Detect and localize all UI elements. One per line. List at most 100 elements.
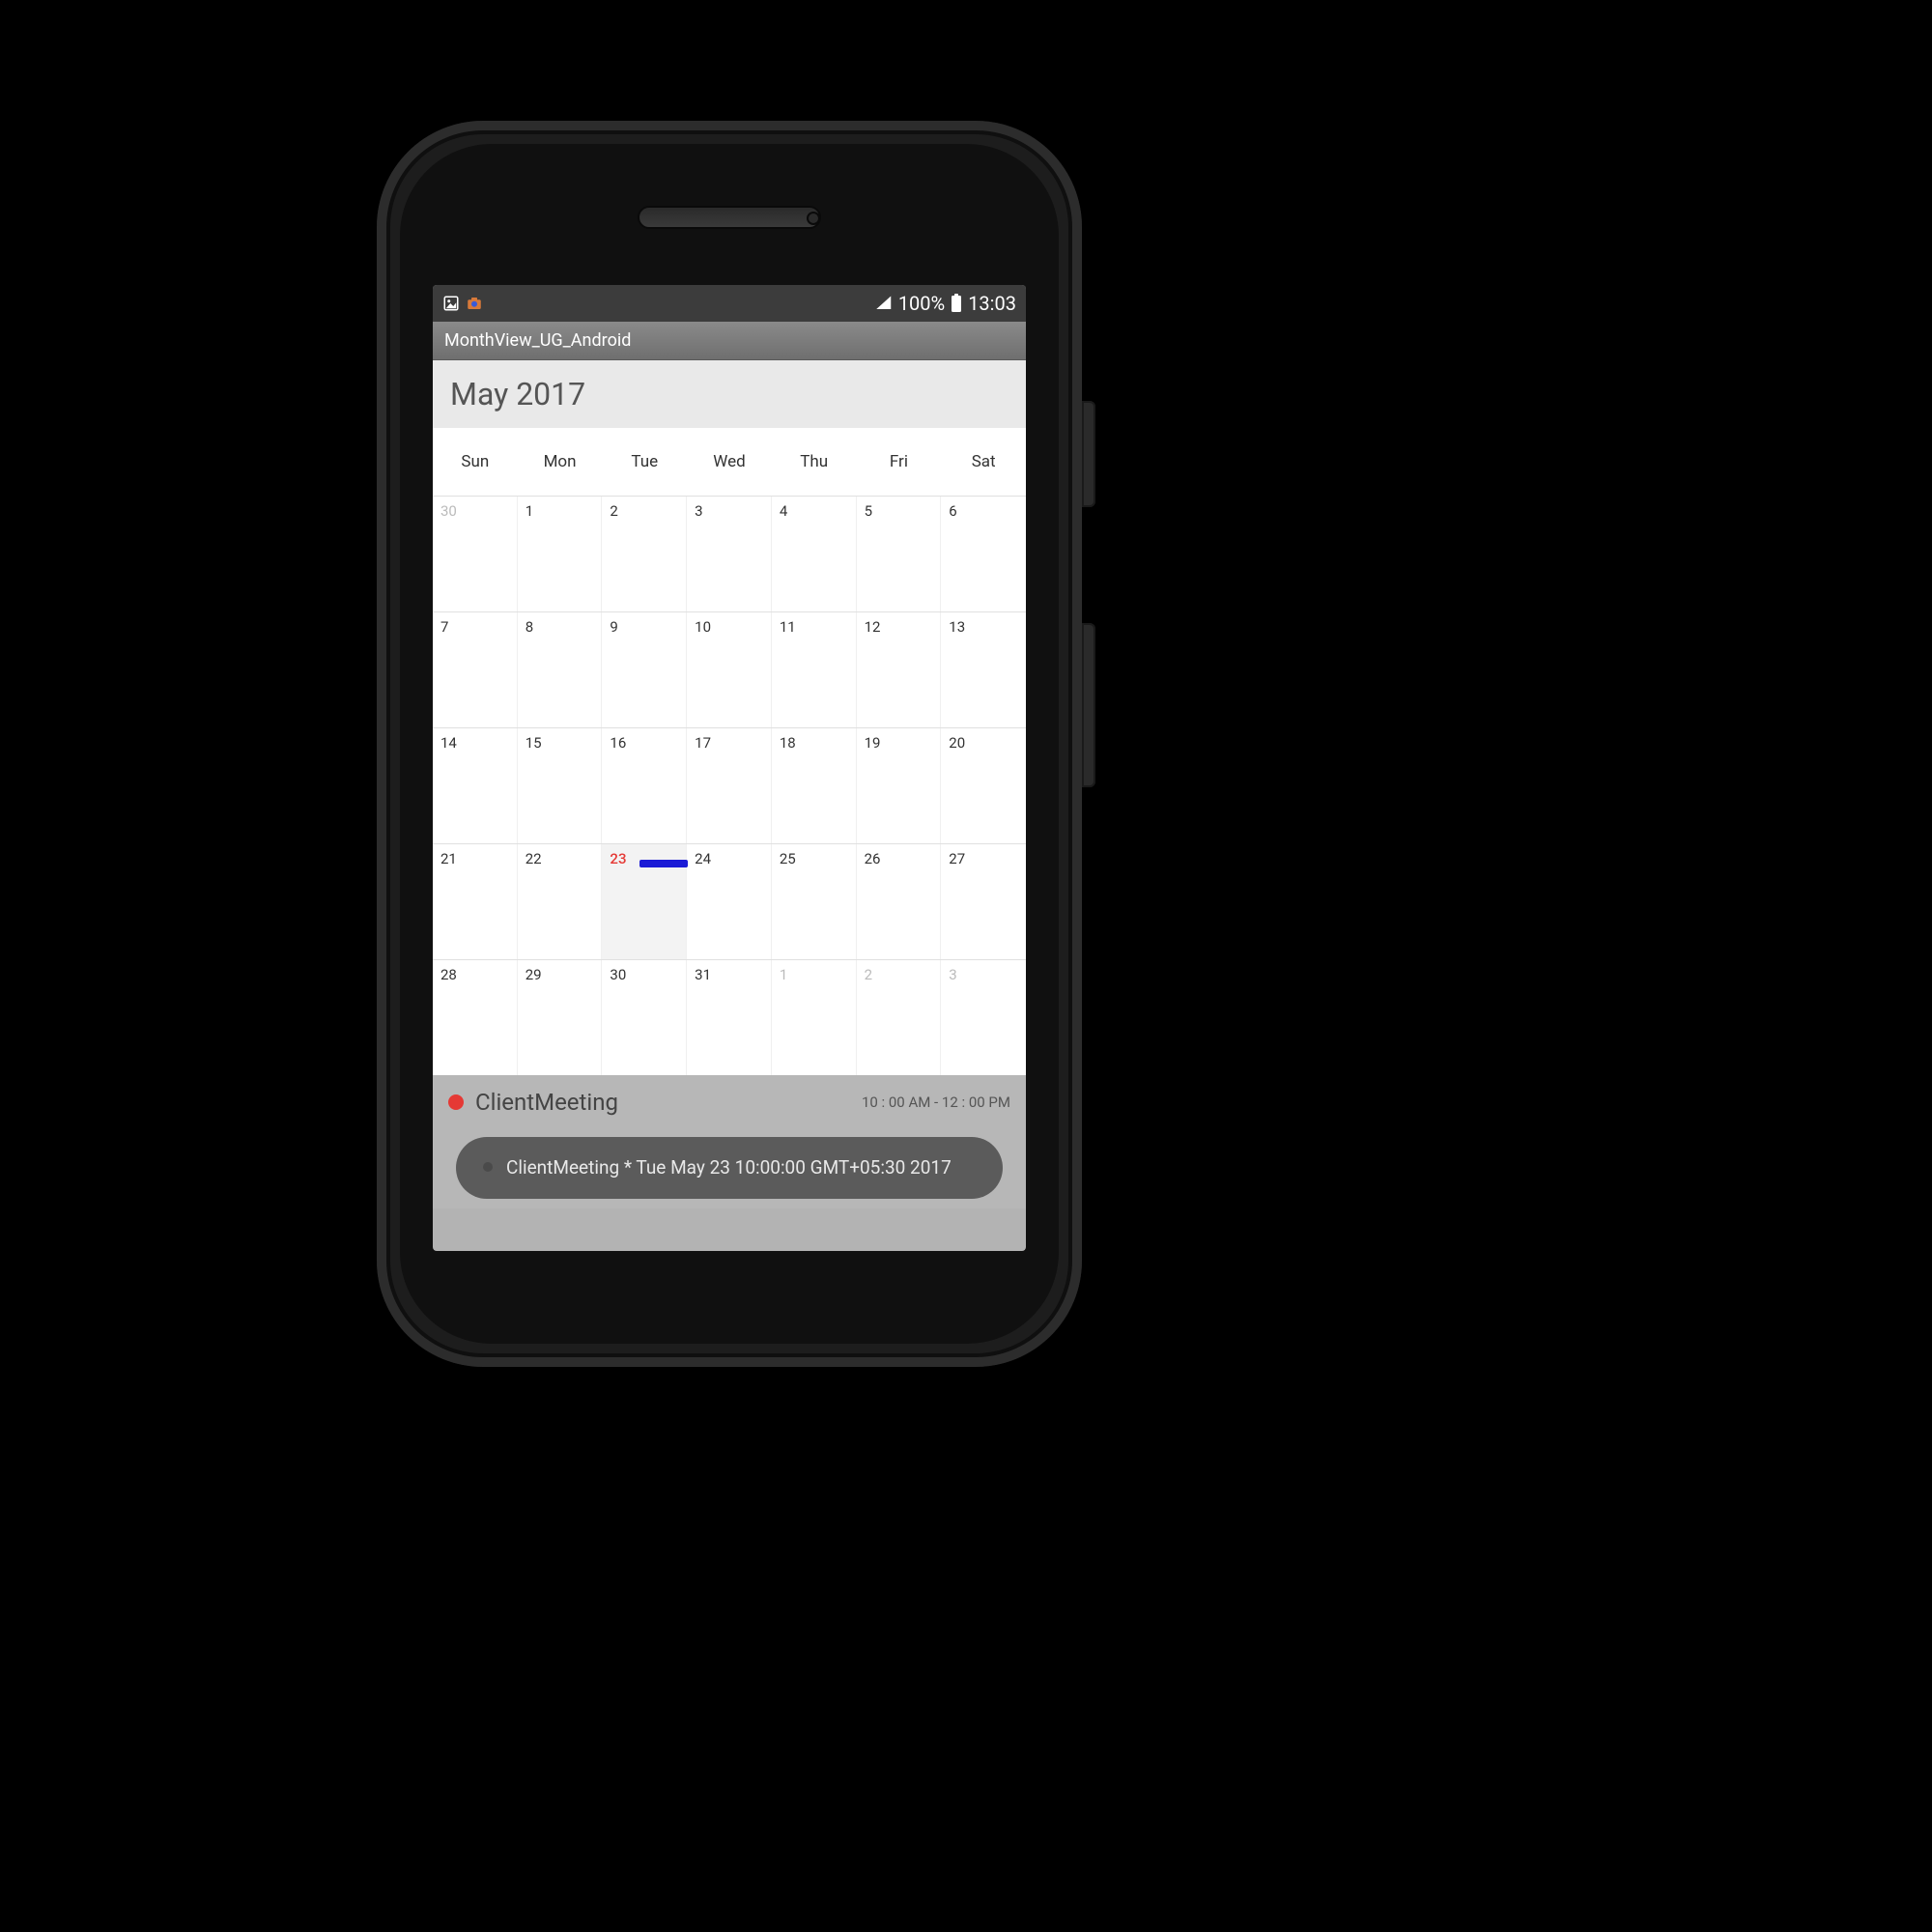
day-cell[interactable]: 27 xyxy=(941,844,1026,959)
day-number: 8 xyxy=(526,618,533,636)
day-number: 7 xyxy=(440,618,448,636)
day-number: 3 xyxy=(695,502,702,520)
signal-icon xyxy=(873,295,893,312)
day-cell[interactable]: 18 xyxy=(772,728,857,843)
day-cell[interactable]: 29 xyxy=(518,960,603,1075)
toast: ClientMeeting * Tue May 23 10:00:00 GMT+… xyxy=(456,1137,1003,1199)
day-cell[interactable]: 25 xyxy=(772,844,857,959)
status-bar: 100% 13:03 xyxy=(433,285,1026,322)
calendar: SunMonTueWedThuFriSat 301234567891011121… xyxy=(433,428,1026,1075)
day-number: 28 xyxy=(440,966,457,983)
day-number: 1 xyxy=(780,966,787,983)
day-number: 6 xyxy=(949,502,956,520)
day-cell[interactable]: 1 xyxy=(772,960,857,1075)
day-cell[interactable]: 8 xyxy=(518,612,603,727)
day-number: 11 xyxy=(780,618,796,636)
week-row: 21 22 23 24 25 26 27 xyxy=(433,843,1026,959)
day-cell[interactable]: 17 xyxy=(687,728,772,843)
day-number: 27 xyxy=(949,850,965,867)
day-number: 22 xyxy=(526,850,542,867)
agenda-title: ClientMeeting xyxy=(475,1089,850,1116)
day-cell[interactable]: 2 xyxy=(602,497,687,611)
weekday-label: Mon xyxy=(518,452,603,471)
day-cell[interactable]: 2 xyxy=(857,960,942,1075)
day-cell[interactable]: 30 xyxy=(433,497,518,611)
day-number: 5 xyxy=(865,502,872,520)
day-cell[interactable]: 7 xyxy=(433,612,518,727)
day-cell[interactable]: 10 xyxy=(687,612,772,727)
day-cell[interactable]: 4 xyxy=(772,497,857,611)
weekday-label: Sun xyxy=(433,452,518,471)
week-row: 14 15 16 17 18 19 20 xyxy=(433,727,1026,843)
day-number: 17 xyxy=(695,734,711,752)
day-cell[interactable]: 26 xyxy=(857,844,942,959)
screen: 100% 13:03 MonthView_UG_Android May 2017… xyxy=(433,285,1026,1251)
app-bar: MonthView_UG_Android xyxy=(433,322,1026,360)
day-number: 30 xyxy=(610,966,626,983)
day-cell[interactable]: 13 xyxy=(941,612,1026,727)
weekday-header: SunMonTueWedThuFriSat xyxy=(433,428,1026,496)
agenda-time: 10 : 00 AM - 12 : 00 PM xyxy=(862,1094,1010,1111)
phone-side-button-1 xyxy=(1082,401,1095,507)
day-cell[interactable]: 28 xyxy=(433,960,518,1075)
phone-frame: 100% 13:03 MonthView_UG_Android May 2017… xyxy=(377,121,1082,1367)
day-number: 2 xyxy=(610,502,617,520)
day-number: 24 xyxy=(695,850,711,867)
day-cell[interactable]: 12 xyxy=(857,612,942,727)
app-title: MonthView_UG_Android xyxy=(444,330,631,351)
battery-percent: 100% xyxy=(898,292,945,315)
day-cell[interactable]: 22 xyxy=(518,844,603,959)
agenda-panel: ClientMeeting 10 : 00 AM - 12 : 00 PM Cl… xyxy=(433,1075,1026,1208)
day-cell[interactable]: 11 xyxy=(772,612,857,727)
event-color-dot xyxy=(448,1094,464,1110)
day-number: 19 xyxy=(865,734,881,752)
weekday-label: Tue xyxy=(602,452,687,471)
day-number: 16 xyxy=(610,734,626,752)
day-number: 14 xyxy=(440,734,457,752)
day-cell[interactable]: 19 xyxy=(857,728,942,843)
day-number: 12 xyxy=(865,618,881,636)
day-cell[interactable]: 20 xyxy=(941,728,1026,843)
day-cell[interactable]: 3 xyxy=(941,960,1026,1075)
day-cell[interactable]: 30 xyxy=(602,960,687,1075)
day-number: 15 xyxy=(526,734,542,752)
day-number: 21 xyxy=(440,850,457,867)
day-number: 30 xyxy=(440,502,457,520)
month-label: May 2017 xyxy=(450,376,585,412)
day-cell[interactable]: 14 xyxy=(433,728,518,843)
day-cell[interactable]: 15 xyxy=(518,728,603,843)
day-number: 9 xyxy=(610,618,617,636)
day-number: 31 xyxy=(695,966,711,983)
day-number: 26 xyxy=(865,850,881,867)
day-cell[interactable]: 9 xyxy=(602,612,687,727)
day-number: 4 xyxy=(780,502,787,520)
agenda-item[interactable]: ClientMeeting 10 : 00 AM - 12 : 00 PM xyxy=(448,1089,1010,1116)
weekday-label: Fri xyxy=(857,452,942,471)
weekday-label: Sat xyxy=(941,452,1026,471)
image-icon xyxy=(442,295,460,312)
day-cell[interactable]: 31 xyxy=(687,960,772,1075)
day-number: 3 xyxy=(949,966,956,983)
weekday-label: Thu xyxy=(772,452,857,471)
day-cell[interactable]: 16 xyxy=(602,728,687,843)
day-number: 20 xyxy=(949,734,965,752)
weekday-label: Wed xyxy=(687,452,772,471)
week-row: 30 1 2 3 4 5 6 xyxy=(433,496,1026,611)
day-cell[interactable]: 5 xyxy=(857,497,942,611)
phone-side-button-2 xyxy=(1082,623,1095,787)
month-header: May 2017 xyxy=(433,360,1026,428)
day-cell[interactable]: 1 xyxy=(518,497,603,611)
day-cell[interactable]: 21 xyxy=(433,844,518,959)
toast-dot-icon xyxy=(483,1162,493,1172)
month-grid[interactable]: 3012345678910111213141516171819202122232… xyxy=(433,496,1026,1075)
day-number: 18 xyxy=(780,734,796,752)
day-cell[interactable]: 6 xyxy=(941,497,1026,611)
clock: 13:03 xyxy=(968,292,1016,315)
battery-icon xyxy=(951,294,962,313)
day-cell[interactable]: 23 xyxy=(602,844,687,959)
day-cell[interactable]: 3 xyxy=(687,497,772,611)
phone-speaker xyxy=(638,206,821,229)
day-number: 1 xyxy=(526,502,533,520)
day-cell[interactable]: 24 xyxy=(687,844,772,959)
day-number: 2 xyxy=(865,966,872,983)
